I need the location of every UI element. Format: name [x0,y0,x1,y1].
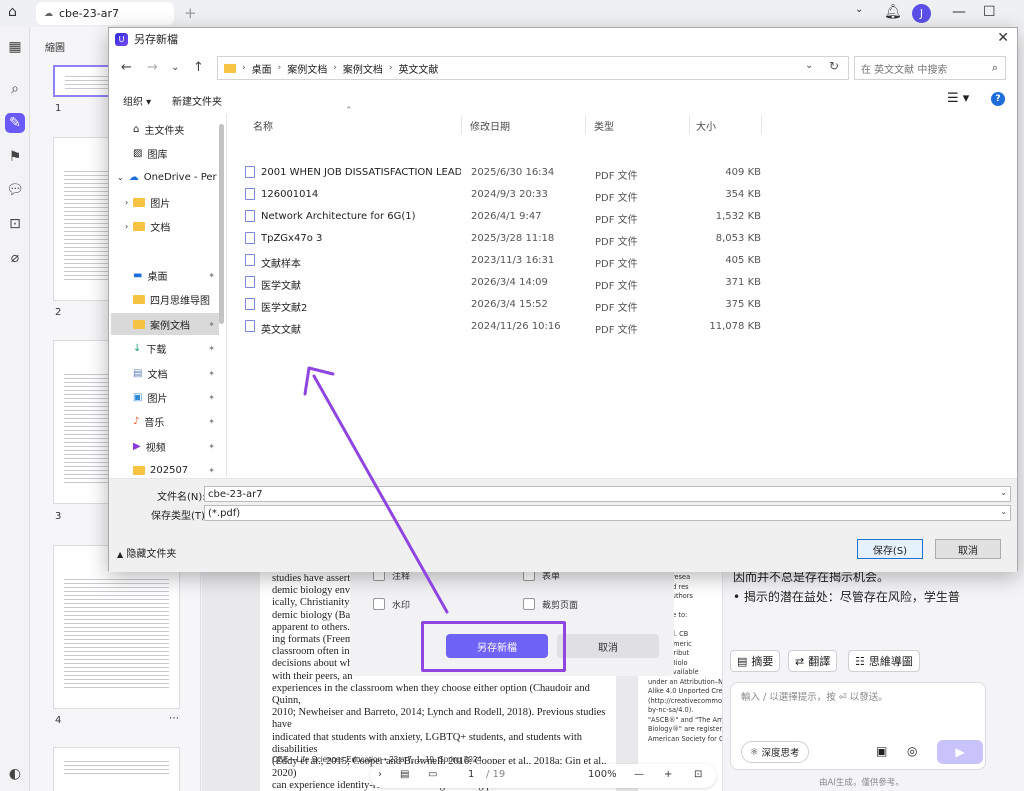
annotation-arrow [303,366,449,614]
arrow-shaft [312,374,449,614]
arrow-head [303,366,335,396]
